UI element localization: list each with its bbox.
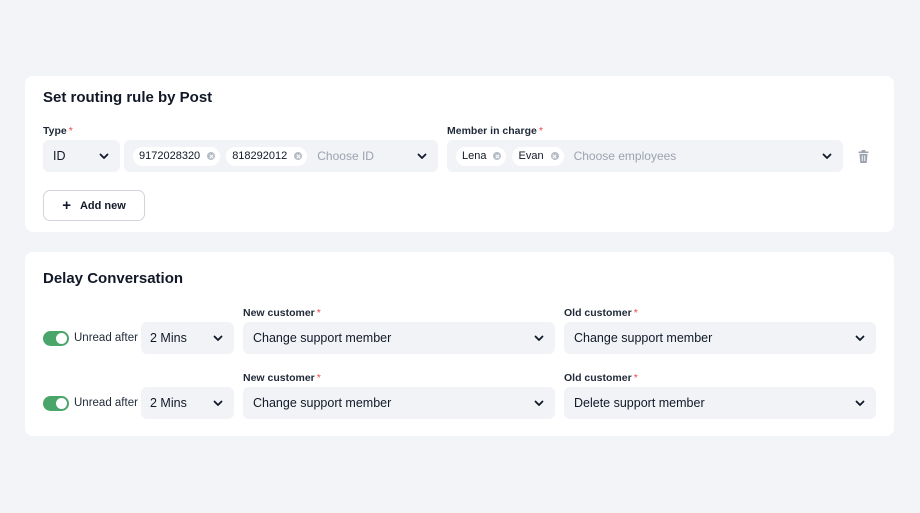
old-customer-action-value: Change support member bbox=[574, 331, 713, 345]
plus-icon: + bbox=[62, 197, 71, 214]
new-customer-label: New customer * bbox=[243, 307, 321, 319]
chevron-down-icon bbox=[534, 400, 544, 406]
close-icon[interactable] bbox=[550, 152, 559, 160]
old-customer-action-select[interactable]: Change support member bbox=[564, 322, 876, 354]
duration-value: 2 Mins bbox=[150, 331, 187, 345]
required-asterisk: * bbox=[316, 372, 321, 384]
id-chip: 9172028320 bbox=[133, 146, 221, 166]
delay-conversation-title: Delay Conversation bbox=[43, 270, 184, 287]
routing-rule-card: Set routing rule by Post Type * ID 917202… bbox=[25, 76, 894, 232]
type-select[interactable]: ID bbox=[43, 140, 120, 172]
chevron-down-icon bbox=[855, 400, 865, 406]
new-customer-action-value: Change support member bbox=[253, 396, 392, 410]
chevron-down-icon bbox=[534, 335, 544, 341]
unread-after-label: Unread after bbox=[74, 397, 138, 409]
old-customer-label: Old customer * bbox=[564, 307, 638, 319]
add-new-label: Add new bbox=[79, 199, 126, 212]
toggle-knob bbox=[56, 398, 67, 409]
member-label: Member in charge * bbox=[447, 125, 543, 137]
new-customer-action-select[interactable]: Change support member bbox=[243, 387, 555, 419]
member-placeholder: Choose employees bbox=[573, 149, 677, 163]
required-asterisk: * bbox=[538, 125, 543, 137]
type-select-value: ID bbox=[53, 149, 66, 163]
member-multiselect[interactable]: Lena Evan Choose employees bbox=[447, 140, 843, 172]
member-chip-label: Lena bbox=[462, 150, 487, 162]
new-customer-label: New customer * bbox=[243, 372, 321, 384]
required-asterisk: * bbox=[316, 307, 321, 319]
close-icon[interactable] bbox=[207, 152, 216, 160]
required-asterisk: * bbox=[68, 125, 73, 137]
trash-icon[interactable] bbox=[858, 150, 869, 163]
unread-toggle[interactable] bbox=[43, 396, 69, 411]
member-chip: Lena bbox=[456, 146, 507, 166]
chevron-down-icon bbox=[99, 153, 109, 159]
id-multiselect[interactable]: 9172028320 818292012 Choose ID bbox=[124, 140, 438, 172]
required-asterisk: * bbox=[633, 307, 638, 319]
duration-select[interactable]: 2 Mins bbox=[141, 387, 234, 419]
old-customer-action-value: Delete support member bbox=[574, 396, 705, 410]
id-placeholder: Choose ID bbox=[317, 149, 374, 163]
unread-toggle[interactable] bbox=[43, 331, 69, 346]
duration-value: 2 Mins bbox=[150, 396, 187, 410]
type-label: Type * bbox=[43, 125, 73, 137]
delay-conversation-card: Delay Conversation New customer * Old cus… bbox=[25, 252, 894, 436]
new-customer-action-value: Change support member bbox=[253, 331, 392, 345]
member-chip: Evan bbox=[512, 146, 564, 166]
old-customer-label: Old customer * bbox=[564, 372, 638, 384]
member-chip-label: Evan bbox=[518, 150, 544, 162]
chevron-down-icon bbox=[822, 153, 832, 159]
add-new-button[interactable]: + Add new bbox=[43, 190, 145, 221]
old-customer-action-select[interactable]: Delete support member bbox=[564, 387, 876, 419]
chevron-down-icon bbox=[213, 400, 223, 406]
close-icon[interactable] bbox=[294, 152, 303, 160]
id-chip-label: 818292012 bbox=[232, 150, 288, 162]
chevron-down-icon bbox=[213, 335, 223, 341]
toggle-knob bbox=[56, 333, 67, 344]
routing-rule-title: Set routing rule by Post bbox=[43, 89, 213, 106]
chevron-down-icon bbox=[855, 335, 865, 341]
id-chip-label: 9172028320 bbox=[139, 150, 201, 162]
close-icon[interactable] bbox=[493, 152, 502, 160]
new-customer-action-select[interactable]: Change support member bbox=[243, 322, 555, 354]
duration-select[interactable]: 2 Mins bbox=[141, 322, 234, 354]
id-chip: 818292012 bbox=[226, 146, 308, 166]
unread-after-label: Unread after bbox=[74, 332, 138, 344]
chevron-down-icon bbox=[417, 153, 427, 159]
required-asterisk: * bbox=[633, 372, 638, 384]
